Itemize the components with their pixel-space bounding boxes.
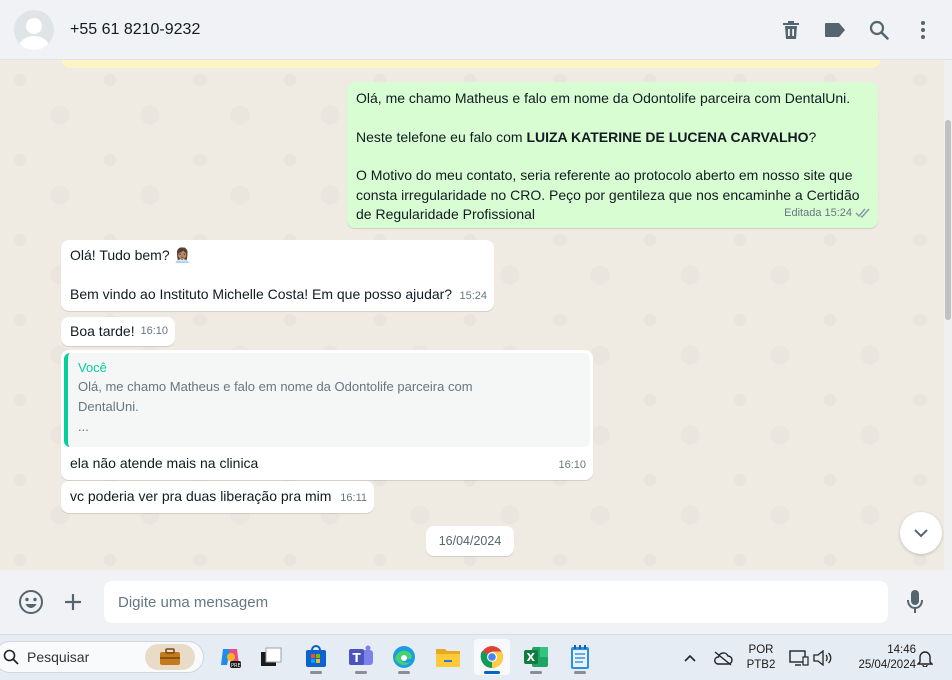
delete-icon — [783, 20, 799, 39]
emoji-button[interactable] — [10, 581, 52, 623]
taskbar-search-label: Pesquisar — [27, 649, 90, 665]
date-divider: 16/04/2024 — [426, 526, 514, 556]
monitor-network-icon — [789, 650, 809, 666]
chat-scrollbar[interactable] — [944, 60, 952, 570]
taskbar-chrome[interactable] — [474, 639, 510, 675]
message-text: Olá, me chamo Matheus e falo em nome da … — [356, 90, 851, 106]
message-time: 15:24 — [459, 289, 487, 302]
search-icon — [869, 20, 889, 40]
message-text: Olá! Tudo bem? 👩🏽‍💼 — [70, 247, 191, 263]
taskbar-excel[interactable]: X — [518, 639, 554, 675]
search-icon — [3, 649, 19, 665]
previous-message-edge — [62, 60, 880, 68]
message-list[interactable]: Olá, me chamo Matheus e falo em nome da … — [0, 60, 944, 570]
active-window-indicator — [484, 671, 500, 674]
edited-label: Editada — [784, 206, 822, 219]
excel-icon: X — [524, 647, 548, 667]
taskbar-task-view[interactable] — [253, 639, 289, 675]
folder-icon — [436, 649, 460, 667]
search-highlight — [145, 644, 195, 670]
notepad-icon — [571, 645, 589, 669]
taskbar-file-explorer[interactable] — [430, 639, 466, 675]
running-indicator — [355, 671, 367, 674]
scrollbar-thumb[interactable] — [945, 120, 951, 320]
contact-avatar[interactable] — [14, 9, 54, 50]
chat-header: +55 61 8210-9232 — [0, 0, 952, 60]
svg-text:T: T — [353, 651, 362, 665]
network-status[interactable] — [788, 647, 810, 669]
message-time: 15:24 — [824, 206, 852, 219]
message-input[interactable] — [104, 581, 888, 623]
keyboard-layout: PTB2 — [746, 659, 776, 671]
label-icon — [825, 22, 845, 37]
teams-icon: T — [349, 645, 373, 665]
taskbar-copilot[interactable]: PRE — [212, 639, 248, 675]
composer-bar — [0, 570, 952, 634]
message-time: 16:10 — [558, 458, 586, 471]
onedrive-status[interactable] — [712, 647, 734, 669]
delete-button[interactable] — [776, 15, 806, 45]
quote-author: Você — [78, 360, 107, 375]
message-time: 16:11 — [340, 491, 367, 504]
input-language[interactable]: POR PTB2 — [744, 643, 778, 673]
chevron-up-icon — [684, 654, 696, 662]
running-indicator — [530, 671, 542, 674]
chrome-icon — [480, 646, 503, 668]
incoming-message[interactable]: Olá! Tudo bem? 👩🏽‍💼 Bem vindo ao Institu… — [61, 240, 494, 311]
message-meta: Editada 15:24 — [784, 204, 871, 224]
attach-button[interactable] — [52, 581, 94, 623]
copilot-icon: PRE — [221, 649, 241, 669]
scroll-to-bottom-button[interactable] — [900, 512, 942, 554]
taskbar-store[interactable] — [298, 639, 334, 675]
system-clock[interactable]: 14:46 25/04/2024 — [840, 643, 916, 673]
svg-text:PRE: PRE — [231, 663, 241, 669]
header-actions — [776, 15, 938, 45]
chevron-down-icon — [914, 529, 928, 538]
menu-icon — [921, 20, 925, 39]
speaker-icon — [813, 650, 832, 666]
taskbar-edge[interactable] — [386, 639, 422, 675]
emoji-icon — [19, 590, 43, 614]
svg-text:X: X — [527, 651, 536, 664]
search-button[interactable] — [864, 15, 894, 45]
edge-icon — [393, 646, 415, 668]
taskbar-notepad[interactable] — [562, 639, 598, 675]
clock-time: 14:46 — [887, 644, 916, 656]
incoming-message[interactable]: vc poderia ver pra duas liberação pra mi… — [61, 481, 374, 513]
bell-icon — [917, 651, 933, 667]
message-text: ela não atende mais na clinica — [70, 455, 259, 471]
taskbar-search[interactable]: Pesquisar — [0, 641, 204, 673]
show-hidden-icons-button[interactable] — [679, 647, 701, 669]
message-text: Neste telefone eu falo com LUIZA KATERIN… — [356, 128, 817, 145]
read-ticks-icon — [855, 208, 870, 219]
outgoing-message[interactable]: Olá, me chamo Matheus e falo em nome da … — [347, 82, 878, 228]
notifications-button[interactable] — [914, 647, 936, 669]
quoted-message[interactable]: Você Olá, me chamo Matheus e falo em nom… — [64, 353, 590, 447]
running-indicator — [574, 671, 586, 674]
plus-icon — [65, 594, 81, 610]
store-icon — [306, 645, 326, 667]
language-code: POR — [748, 644, 774, 656]
voice-message-button[interactable] — [894, 581, 936, 623]
cloud-offline-icon — [714, 651, 733, 666]
label-button[interactable] — [820, 15, 850, 45]
task-view-icon — [261, 647, 282, 666]
message-time: 16:10 — [140, 324, 168, 337]
menu-button[interactable] — [908, 15, 938, 45]
taskbar-teams[interactable]: T — [343, 639, 379, 675]
contact-name[interactable]: +55 61 8210-9232 — [70, 21, 200, 39]
incoming-message[interactable]: Boa tarde! 16:10 — [61, 317, 175, 346]
quote-text: Olá, me chamo Matheus e falo em nome da … — [78, 379, 473, 434]
microphone-icon — [907, 590, 923, 613]
running-indicator — [310, 671, 322, 674]
message-text: vc poderia ver pra duas liberação pra mi… — [70, 488, 332, 504]
briefcase-icon — [160, 648, 180, 665]
incoming-reply-message[interactable]: Você Olá, me chamo Matheus e falo em nom… — [61, 350, 593, 480]
clock-date: 25/04/2024 — [858, 659, 916, 671]
volume-control[interactable] — [812, 647, 834, 669]
windows-taskbar: Pesquisar PRE T X POR PTB2 14:46 25/04/2… — [0, 634, 952, 680]
message-text: Bem vindo ao Instituto Michelle Costa! E… — [70, 285, 453, 302]
running-indicator — [398, 671, 410, 674]
